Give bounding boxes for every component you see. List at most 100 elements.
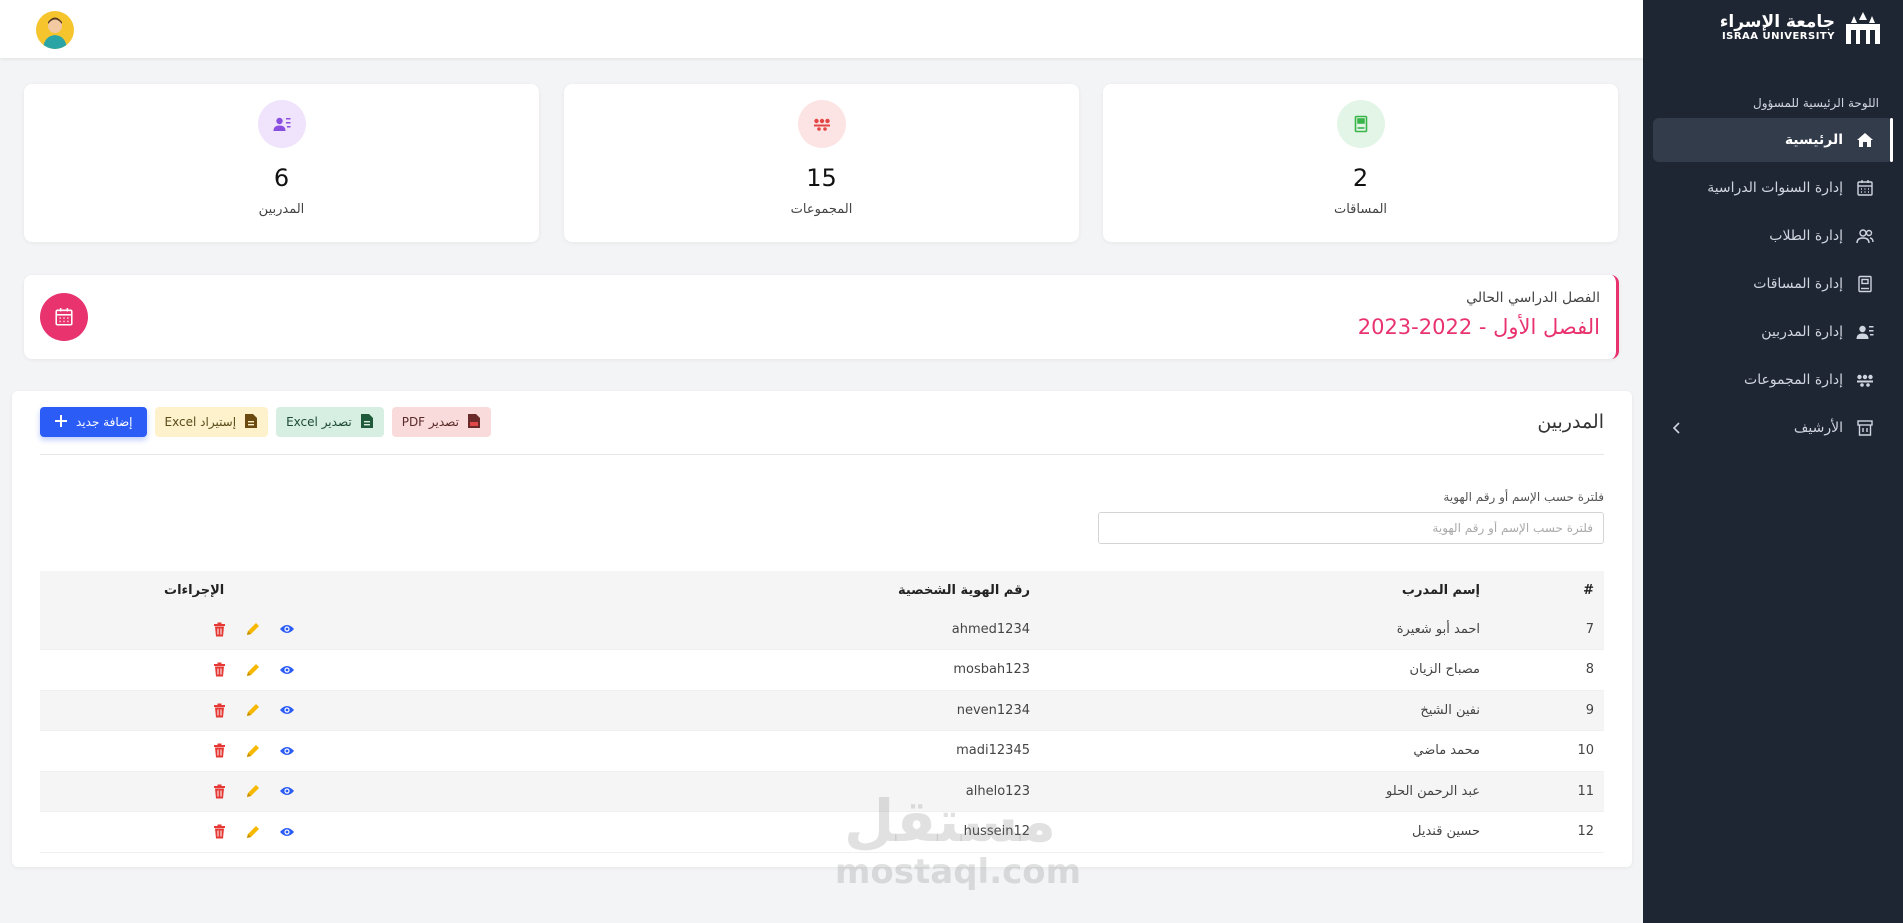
home-icon (1855, 130, 1875, 150)
sidebar-item-archive[interactable]: الأرشيف (1653, 406, 1893, 450)
sidebar-item-label: إدارة السنوات الدراسية (1707, 180, 1843, 196)
pdf-file-icon (467, 413, 481, 432)
row-trainer-name: عبد الرحمن الحلو (1030, 771, 1480, 812)
chevron-left-icon[interactable] (1671, 420, 1683, 436)
view-icon[interactable] (278, 782, 296, 800)
edit-icon[interactable] (244, 823, 262, 841)
table-row: 9 نفين الشيخ neven1234 (40, 690, 1604, 731)
table-row: 10 محمد ماضي madi12345 (40, 730, 1604, 772)
sidebar-item-students[interactable]: إدارة الطلاب (1653, 214, 1893, 258)
row-trainer-id: alhelo123 (436, 771, 1030, 812)
row-trainer-name: نفين الشيخ (1030, 690, 1480, 731)
delete-icon[interactable] (210, 661, 228, 679)
view-icon[interactable] (278, 742, 296, 760)
row-trainer-name: محمد ماضي (1030, 730, 1480, 772)
column-header-id[interactable]: رقم الهوية الشخصية (436, 571, 1030, 609)
row-index: 7 (1480, 609, 1604, 650)
table-row: 12 حسين قنديل hussein12 (40, 811, 1604, 853)
row-trainer-name: مصباح الزيان (1030, 649, 1480, 691)
sidebar-item-groups[interactable]: إدارة المجموعات (1653, 358, 1893, 402)
export-pdf-label: تصدير PDF (401, 415, 459, 429)
sidebar-item-academic-years[interactable]: إدارة السنوات الدراسية (1653, 166, 1893, 210)
sidebar-item-label: الأرشيف (1793, 420, 1843, 436)
sidebar-item-label: إدارة الطلاب (1769, 228, 1843, 244)
row-actions (40, 609, 436, 650)
row-trainer-id: hussein12 (436, 811, 1030, 853)
panel-divider (40, 454, 1604, 455)
sidebar-section-title: اللوحة الرئيسية للمسؤول (1753, 96, 1879, 110)
trainers-table: # إسم المدرب رقم الهوية الشخصية الإجراءا… (40, 571, 1604, 853)
logo-arabic-text: جامعة الإسراء (1719, 11, 1835, 32)
export-pdf-button[interactable]: تصدير PDF (391, 407, 491, 437)
table-row: 8 مصباح الزيان mosbah123 (40, 649, 1604, 691)
stat-card-groups: 15 المجموعات (564, 84, 1079, 242)
edit-icon[interactable] (244, 620, 262, 638)
trainers-panel: المدربين إضافة جديد إستيراد Excel تصدير … (12, 391, 1632, 867)
column-header-name[interactable]: إسم المدرب (1030, 571, 1480, 609)
user-avatar[interactable] (36, 11, 74, 49)
export-excel-label: تصدير Excel (286, 415, 352, 429)
row-index: 10 (1480, 730, 1604, 772)
delete-icon[interactable] (210, 620, 228, 638)
book-icon (1336, 100, 1385, 148)
export-excel-button[interactable]: تصدير Excel (276, 407, 384, 437)
column-header-index[interactable]: # (1480, 571, 1604, 609)
semester-value: الفصل الأول - 2022-2023 (1357, 315, 1600, 339)
edit-icon[interactable] (244, 701, 262, 719)
excel-file-icon (360, 413, 374, 432)
row-index: 9 (1480, 690, 1604, 731)
row-actions (40, 811, 436, 853)
top-bar (0, 0, 1643, 58)
delete-icon[interactable] (210, 701, 228, 719)
import-excel-label: إستيراد Excel (164, 415, 237, 429)
sidebar-item-label: إدارة المساقات (1753, 276, 1843, 292)
stat-value: 2 (1352, 164, 1369, 192)
sidebar-item-courses[interactable]: إدارة المساقات (1653, 262, 1893, 306)
view-icon[interactable] (278, 823, 296, 841)
row-trainer-name: احمد أبو شعيرة (1030, 609, 1480, 650)
row-index: 8 (1480, 649, 1604, 691)
groups-icon (797, 100, 846, 148)
stat-label: المدربين (258, 202, 305, 217)
row-actions (40, 649, 436, 691)
view-icon[interactable] (278, 661, 296, 679)
delete-icon[interactable] (210, 823, 228, 841)
plus-icon (54, 414, 68, 431)
edit-icon[interactable] (244, 742, 262, 760)
stat-value: 6 (273, 164, 290, 192)
sidebar-nav: الرئيسية إدارة السنوات الدراسية إدارة ال… (1643, 118, 1903, 450)
row-trainer-id: mosbah123 (436, 649, 1030, 691)
row-trainer-id: neven1234 (436, 690, 1030, 731)
user-list-icon (1855, 322, 1875, 342)
stat-card-trainers: 6 المدربين (24, 84, 539, 242)
sidebar-item-home[interactable]: الرئيسية (1653, 118, 1893, 162)
edit-icon[interactable] (244, 661, 262, 679)
view-icon[interactable] (278, 701, 296, 719)
table-row: 11 عبد الرحمن الحلو alhelo123 (40, 771, 1604, 812)
import-excel-button[interactable]: إستيراد Excel (154, 407, 269, 437)
sidebar-item-label: الرئيسية (1784, 132, 1843, 148)
sidebar-item-label: إدارة المدربين (1761, 324, 1843, 340)
stat-value: 15 (806, 164, 837, 192)
column-header-actions: الإجراءات (40, 571, 436, 609)
delete-icon[interactable] (210, 782, 228, 800)
semester-label: الفصل الدراسي الحالي (1466, 290, 1600, 306)
calendar-icon (1855, 178, 1875, 198)
row-actions (40, 730, 436, 772)
delete-icon[interactable] (210, 742, 228, 760)
add-new-button[interactable]: إضافة جديد (40, 407, 147, 437)
logo-mark-icon (1843, 9, 1883, 47)
add-button-label: إضافة جديد (76, 415, 133, 429)
view-icon[interactable] (278, 620, 296, 638)
filter-input[interactable] (1098, 512, 1604, 544)
sidebar-item-trainers[interactable]: إدارة المدربين (1653, 310, 1893, 354)
row-index: 11 (1480, 771, 1604, 812)
stat-label: المجموعات (790, 202, 853, 217)
book-icon (1855, 274, 1875, 294)
panel-title: المدربين (1537, 411, 1604, 433)
university-logo[interactable]: جامعة الإسراء ISRAA UNIVERSITY (1643, 0, 1903, 56)
filter-label: فلترة حسب الإسم أو رقم الهوية (1443, 490, 1604, 504)
users-icon (1855, 226, 1875, 246)
archive-icon (1855, 418, 1875, 438)
edit-icon[interactable] (244, 782, 262, 800)
